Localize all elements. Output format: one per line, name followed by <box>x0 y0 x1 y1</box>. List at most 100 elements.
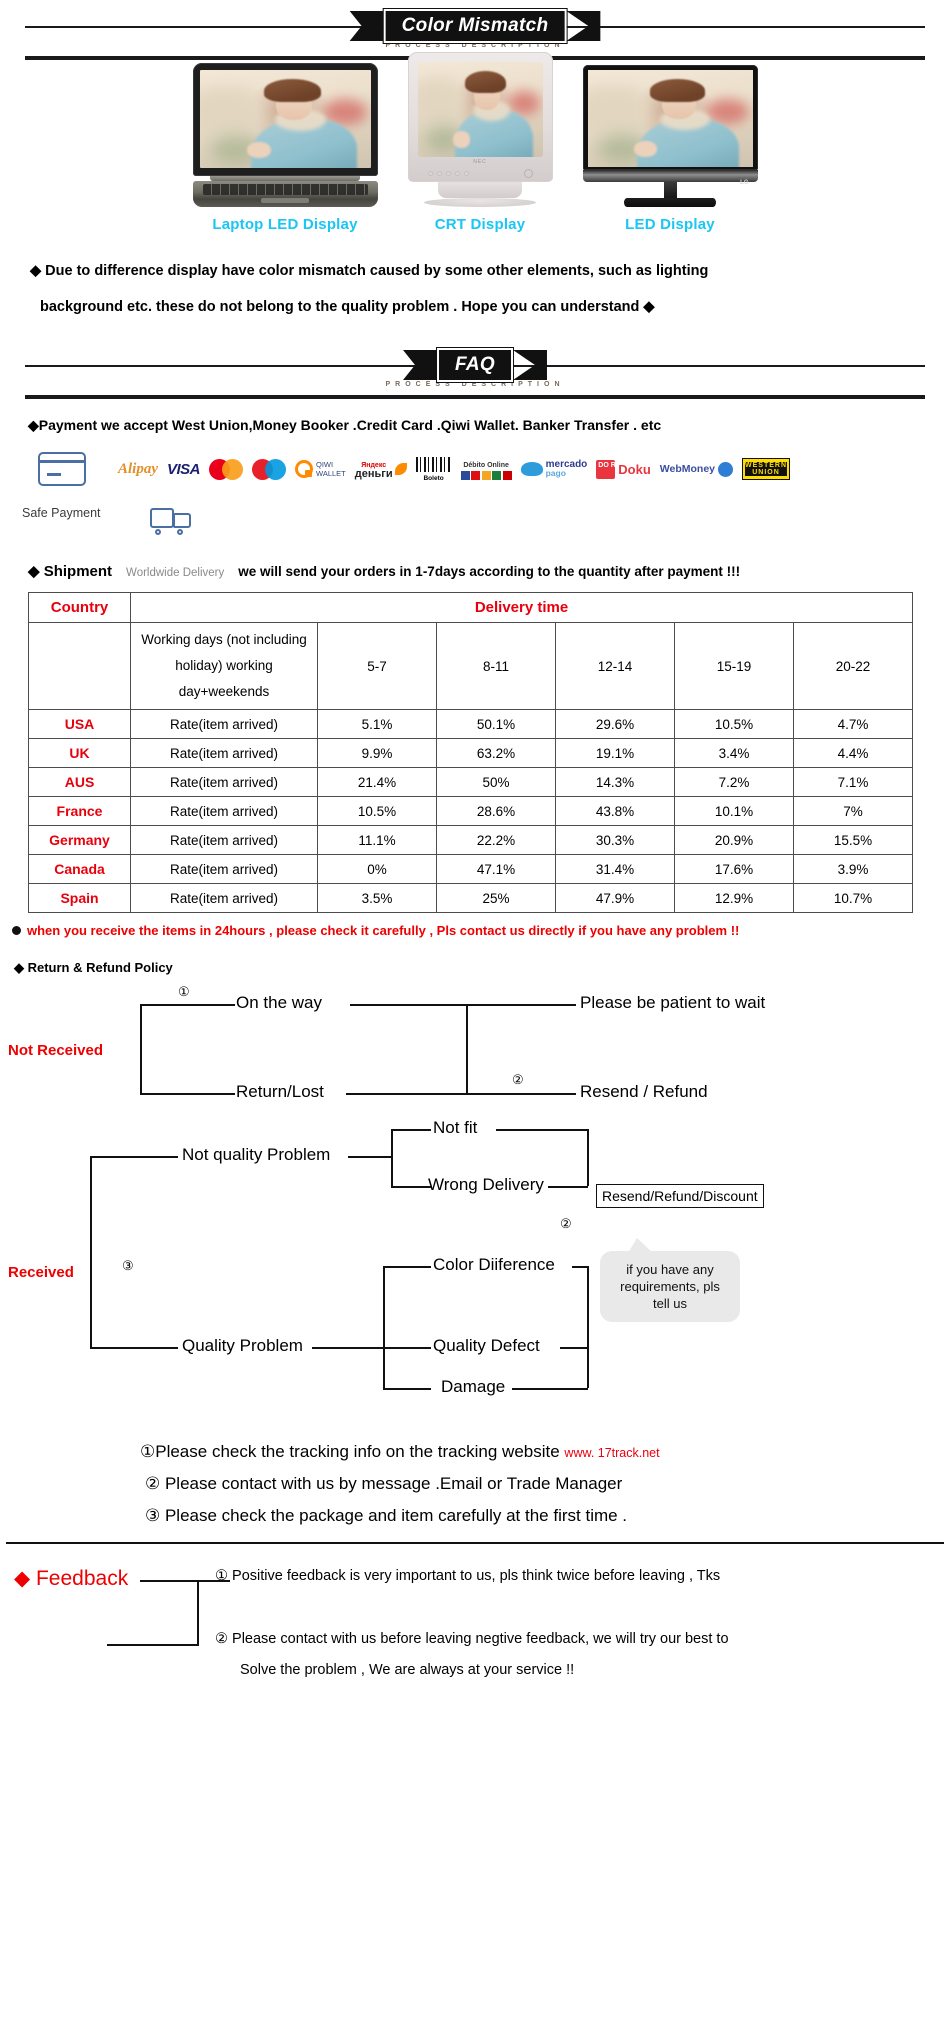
wu-label-top: WESTERN <box>745 462 788 469</box>
webmoney-label: WebMoney <box>659 463 716 475</box>
row-rate-2: 31.4% <box>555 854 675 884</box>
doku-logo: DO RU Doku <box>596 458 651 480</box>
flow-line <box>548 1186 588 1188</box>
laptop-keyboard <box>202 184 368 195</box>
yandex-label-bottom: деньги <box>354 467 393 480</box>
display-comparison-row: Laptop LED Display NEC CRT Display LG LE… <box>0 52 950 233</box>
led-bezel <box>582 65 758 170</box>
debito-online-logo: Débito Online <box>460 458 512 480</box>
laptop-touchpad <box>261 198 309 203</box>
led-brand-label: LG <box>740 180 749 186</box>
row-rate-0: 11.1% <box>317 825 437 855</box>
feedback-line-1: ① Positive feedback is very important to… <box>215 1568 721 1584</box>
flow-label-not-received: Not Received <box>8 1042 104 1059</box>
crt-screen-photo <box>417 62 543 157</box>
flow-line <box>383 1266 385 1388</box>
flow-line <box>391 1129 431 1131</box>
flow-line <box>90 1347 178 1349</box>
color-note-line2: background etc. these do not belong to t… <box>40 299 655 315</box>
row-rate-3: 20.9% <box>674 825 794 855</box>
row-rate-label: Rate(item arrived) <box>130 767 318 797</box>
row-rate-1: 63.2% <box>436 738 556 768</box>
row-rate-4: 10.7% <box>792 883 914 913</box>
row-rate-2: 30.3% <box>555 825 675 855</box>
faq-ribbon-wing-left-icon <box>403 350 438 380</box>
ribbon-wing-right-icon <box>566 11 600 41</box>
row-rate-4: 4.7% <box>792 709 914 739</box>
flowchart-received: Received ③ Not quality Problem Quality P… <box>0 1118 950 1426</box>
flow-requirements-bubble: if you have any requirements, pls tell u… <box>600 1238 740 1322</box>
flow-line <box>466 1004 468 1093</box>
webmoney-logo: WebMoney <box>659 458 734 480</box>
instruction-steps: ①Please check the tracking info on the t… <box>0 1442 950 1526</box>
table-working-days-label: Working days (not including holiday) wor… <box>130 622 318 710</box>
row-rate-4: 15.5% <box>792 825 914 855</box>
credit-card-icon <box>38 452 86 486</box>
flow-mark-2: ② <box>512 1072 524 1087</box>
alipay-logo: Alipay <box>118 460 158 477</box>
crt-shell: NEC <box>407 52 553 182</box>
laptop-base <box>192 181 378 207</box>
step-1-text: ①Please check the tracking info on the t… <box>140 1442 560 1461</box>
table-row: Canada Rate(item arrived) 0% 47.1% 31.4%… <box>28 854 914 884</box>
table-head-range-3: 15-19 <box>674 622 794 710</box>
table-head-range-4: 20-22 <box>792 622 914 710</box>
flow-line <box>512 1388 588 1390</box>
table-blank-cell <box>28 622 131 710</box>
row-country: UK <box>28 738 131 768</box>
shipment-title: ◆ Shipment <box>28 563 113 580</box>
safe-payment-label: Safe Payment <box>22 506 101 520</box>
row-rate-3: 3.4% <box>674 738 794 768</box>
flow-line <box>348 1156 392 1158</box>
table-row: AUS Rate(item arrived) 21.4% 50% 14.3% 7… <box>28 767 914 797</box>
row-rate-2: 29.6% <box>555 709 675 739</box>
row-rate-4: 7% <box>792 796 914 826</box>
product-description-page: Color Mismatch PROCESS DESCRIPTION Lapto… <box>0 6 950 1718</box>
flow-node-please-wait: Please be patient to wait <box>580 993 766 1012</box>
table-head-country: Country <box>28 592 131 623</box>
flow-line <box>391 1129 393 1187</box>
row-rate-0: 0% <box>317 854 437 884</box>
flow-line <box>346 1093 467 1095</box>
flow-node-damage: Damage <box>441 1377 506 1396</box>
flow-node-resend-refund: Resend / Refund <box>580 1082 708 1101</box>
banner-title-faq: FAQ <box>436 347 514 383</box>
crt-control-dots-icon[interactable] <box>427 171 469 176</box>
crt-base <box>424 198 536 207</box>
flowchart-not-received: Not Received ① On the way Return/Lost ② … <box>0 984 950 1120</box>
doku-label: Doku <box>618 461 651 477</box>
flow-line <box>383 1347 431 1349</box>
wu-label-bottom: UNION <box>745 469 788 476</box>
row-rate-3: 7.2% <box>674 767 794 797</box>
flow-line <box>140 1004 142 1094</box>
flow-line <box>140 1004 235 1006</box>
row-rate-3: 10.5% <box>674 709 794 739</box>
flow-node-color-difference: Color Diiference <box>433 1255 555 1274</box>
flow-node-on-the-way: On the way <box>236 993 322 1012</box>
flow-line <box>391 1186 431 1188</box>
row-rate-0: 21.4% <box>317 767 437 797</box>
yandex-money-logo: Яндекс деньги <box>355 458 407 480</box>
flow-node-not-quality-problem: Not quality Problem <box>182 1145 331 1164</box>
tracking-website-link[interactable]: www. 17track.net <box>564 1446 659 1460</box>
table-head-range-2: 12-14 <box>555 622 675 710</box>
device-crt: NEC CRT Display <box>407 52 553 233</box>
row-country: Spain <box>28 883 131 913</box>
banner-subtitle-color-mismatch: PROCESS DESCRIPTION <box>385 42 565 49</box>
boleto-logo: Boleto <box>415 456 452 482</box>
ribbon-wing-left-icon <box>349 11 384 41</box>
crt-brand-label: NEC <box>473 159 487 165</box>
row-rate-0: 9.9% <box>317 738 437 768</box>
row-rate-3: 12.9% <box>674 883 794 913</box>
banner-title-color-mismatch: Color Mismatch <box>382 8 568 44</box>
mastercard-logo <box>209 458 244 480</box>
mercado-pago-logo: mercado pago <box>520 458 587 480</box>
device-label-laptop: Laptop LED Display <box>212 216 358 233</box>
section-banner-faq: FAQ PROCESS DESCRIPTION <box>0 345 950 399</box>
faq-rule-bottom <box>25 395 925 399</box>
row-rate-2: 14.3% <box>555 767 675 797</box>
crt-power-button[interactable] <box>524 169 533 178</box>
flow-line <box>496 1129 588 1131</box>
flow-node-not-fit: Not fit <box>433 1118 478 1137</box>
color-note-line1: ◆ Due to difference display have color m… <box>30 263 709 279</box>
